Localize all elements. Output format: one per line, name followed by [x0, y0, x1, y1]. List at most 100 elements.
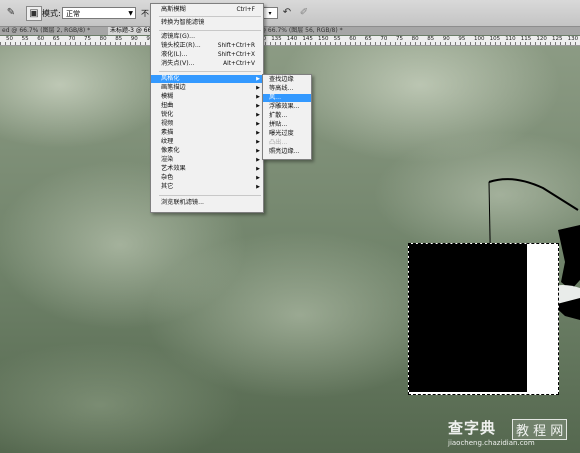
menu-item-sharpen[interactable]: 锐化 ▶ — [151, 111, 263, 119]
menu-item-label: 消失点(V)... — [161, 60, 195, 67]
menu-item-convert-smart-filters[interactable]: 转换为智能滤镜 — [151, 19, 263, 27]
menu-item-shortcut: Alt+Ctrl+V — [223, 61, 255, 67]
ruler-number: 95 — [458, 36, 466, 42]
menu-item-label: 其它 — [161, 183, 174, 190]
tab-document-3[interactable]: @ 66.7% (图层 56, RGB/8) * — [258, 27, 345, 35]
menu-item-vanishing-point[interactable]: 消失点(V)... Alt+Ctrl+V — [151, 60, 263, 68]
menu-item-wind[interactable]: 风... — [263, 94, 311, 103]
submenu-arrow-icon: ▶ — [256, 175, 260, 181]
menu-item-label: 风格化 — [161, 75, 180, 82]
submenu-arrow-icon: ▶ — [256, 121, 260, 127]
ruler-number: 130 — [567, 36, 579, 42]
menu-separator — [159, 71, 261, 72]
ruler-number: 80 — [411, 36, 419, 42]
submenu-arrow-icon: ▶ — [256, 166, 260, 172]
menu-item-label: 像素化 — [161, 147, 180, 154]
ruler-number: 80 — [99, 36, 107, 42]
submenu-arrow-icon: ▶ — [256, 76, 260, 82]
menu-item-tiles[interactable]: 拼贴... — [263, 121, 311, 129]
filter-menu: 高斯模糊 Ctrl+F 转换为智能滤镜 滤镜库(G)... 镜头校正(R)...… — [150, 3, 264, 213]
menu-item-liquify[interactable]: 液化(L)... Shift+Ctrl+X — [151, 51, 263, 59]
submenu-arrow-icon: ▶ — [256, 148, 260, 154]
menu-item-label: 转换为智能滤镜 — [161, 19, 205, 26]
menu-item-emboss[interactable]: 浮雕效果... — [263, 103, 311, 111]
menu-item-render[interactable]: 渲染 ▶ — [151, 156, 263, 164]
menu-item-find-edges[interactable]: 查找边缘 — [263, 76, 311, 84]
document-tabs: ed @ 66.7% (图层 2, RGB/8) * 未标题-3 @ 66.7%… — [0, 27, 580, 35]
menu-item-video[interactable]: 视频 ▶ — [151, 120, 263, 128]
stylize-submenu: 查找边缘 等高线... 风... 浮雕效果... 扩散... 拼贴... 曝光过… — [262, 74, 312, 160]
ruler-number: 100 — [474, 36, 485, 42]
menu-item-brush-strokes[interactable]: 画笔描边 ▶ — [151, 84, 263, 92]
menu-item-label: 模糊 — [161, 93, 174, 100]
watermark-url: jiaocheng.chazidian.com — [448, 439, 535, 447]
brush-preset-icon[interactable]: ▣ — [26, 6, 42, 21]
ruler-number: 65 — [52, 36, 60, 42]
menu-item-noise[interactable]: 杂色 ▶ — [151, 174, 263, 182]
menu-item-trace-contour[interactable]: 等高线... — [263, 85, 311, 93]
submenu-arrow-icon: ▶ — [256, 139, 260, 145]
ruler-number: 85 — [115, 36, 123, 42]
ruler-number: 90 — [442, 36, 450, 42]
watermark-box: 教 程 网 — [512, 419, 568, 440]
menu-item-browse-filters-online[interactable]: 浏览联机滤镜... — [151, 199, 263, 207]
menu-item-glowing-edges[interactable]: 照亮边缘... — [263, 148, 311, 156]
airbrush-icon[interactable]: ↶ — [280, 6, 294, 19]
menu-item-shortcut: Shift+Ctrl+R — [217, 43, 255, 49]
menu-item-other[interactable]: 其它 ▶ — [151, 183, 263, 191]
watermark-logo: 查字典 — [448, 419, 497, 437]
black-fill-layer — [409, 244, 527, 392]
flow-select[interactable]: ▾ — [262, 7, 278, 19]
menu-item-lens-correction[interactable]: 镜头校正(R)... Shift+Ctrl+R — [151, 42, 263, 50]
mode-select-value: 正常 — [66, 10, 80, 18]
menu-item-sketch[interactable]: 素描 ▶ — [151, 129, 263, 137]
submenu-arrow-icon: ▶ — [256, 103, 260, 109]
submenu-arrow-icon: ▶ — [256, 157, 260, 163]
menu-separator — [159, 16, 261, 17]
menu-item-shortcut: Ctrl+F — [236, 7, 255, 13]
menu-item-distort[interactable]: 扭曲 ▶ — [151, 102, 263, 110]
ruler-number: 120 — [536, 36, 547, 42]
menu-item-diffuse[interactable]: 扩散... — [263, 112, 311, 120]
ruler-number: 90 — [130, 36, 138, 42]
brush-tool-icon[interactable]: ✎ — [4, 6, 18, 19]
ruler-number: 105 — [489, 36, 501, 42]
mode-select[interactable]: 正常 ▼ — [62, 7, 136, 19]
submenu-arrow-icon: ▶ — [256, 130, 260, 136]
menu-item-filter-gallery[interactable]: 滤镜库(G)... — [151, 33, 263, 41]
menu-item-label: 扭曲 — [161, 102, 174, 109]
ruler-number: 85 — [427, 36, 435, 42]
menu-item-label: 视频 — [161, 120, 174, 127]
menu-item-label: 杂色 — [161, 174, 174, 181]
menu-item-solarize[interactable]: 曝光过度 — [263, 130, 311, 138]
menu-separator — [159, 195, 261, 196]
tab-document-1[interactable]: ed @ 66.7% (图层 2, RGB/8) * — [0, 27, 92, 35]
ruler-number: 75 — [396, 36, 403, 42]
ruler-number: 65 — [364, 36, 372, 42]
ruler-number: 125 — [552, 36, 563, 42]
menu-separator — [159, 30, 261, 31]
menu-item-label: 纹理 — [161, 138, 174, 145]
menu-item-texture[interactable]: 纹理 ▶ — [151, 138, 263, 146]
mode-label: 模式: — [42, 9, 61, 18]
menu-item-pixelate[interactable]: 像素化 ▶ — [151, 147, 263, 155]
menu-item-blur[interactable]: 模糊 ▶ — [151, 93, 263, 101]
menu-item-gaussian-blur[interactable]: 高斯模糊 Ctrl+F — [151, 6, 263, 14]
menu-item-artistic[interactable]: 艺术效果 ▶ — [151, 165, 263, 173]
menu-item-stylize[interactable]: 风格化 ▶ — [151, 75, 263, 84]
ruler-number: 115 — [520, 36, 532, 42]
chevron-down-icon: ▼ — [128, 10, 133, 17]
menu-item-label: 渲染 — [161, 156, 174, 163]
ruler-number: 70 — [380, 36, 388, 42]
menu-item-shortcut: Shift+Ctrl+X — [217, 52, 255, 58]
ruler-number: 60 — [37, 36, 45, 42]
menu-item-label: 素描 — [161, 129, 174, 136]
menu-item-label: 画笔描边 — [161, 84, 186, 91]
ruler-number: 150 — [318, 36, 329, 42]
menu-item-label: 锐化 — [161, 111, 174, 118]
ruler-number: 110 — [505, 36, 516, 42]
watermark: 查字典 教 程 网 jiaocheng.chazidian.com — [446, 417, 576, 451]
ruler-number: 75 — [84, 36, 91, 42]
tablet-pressure-icon[interactable]: ✐ — [297, 6, 311, 19]
ruler-number: 70 — [68, 36, 76, 42]
